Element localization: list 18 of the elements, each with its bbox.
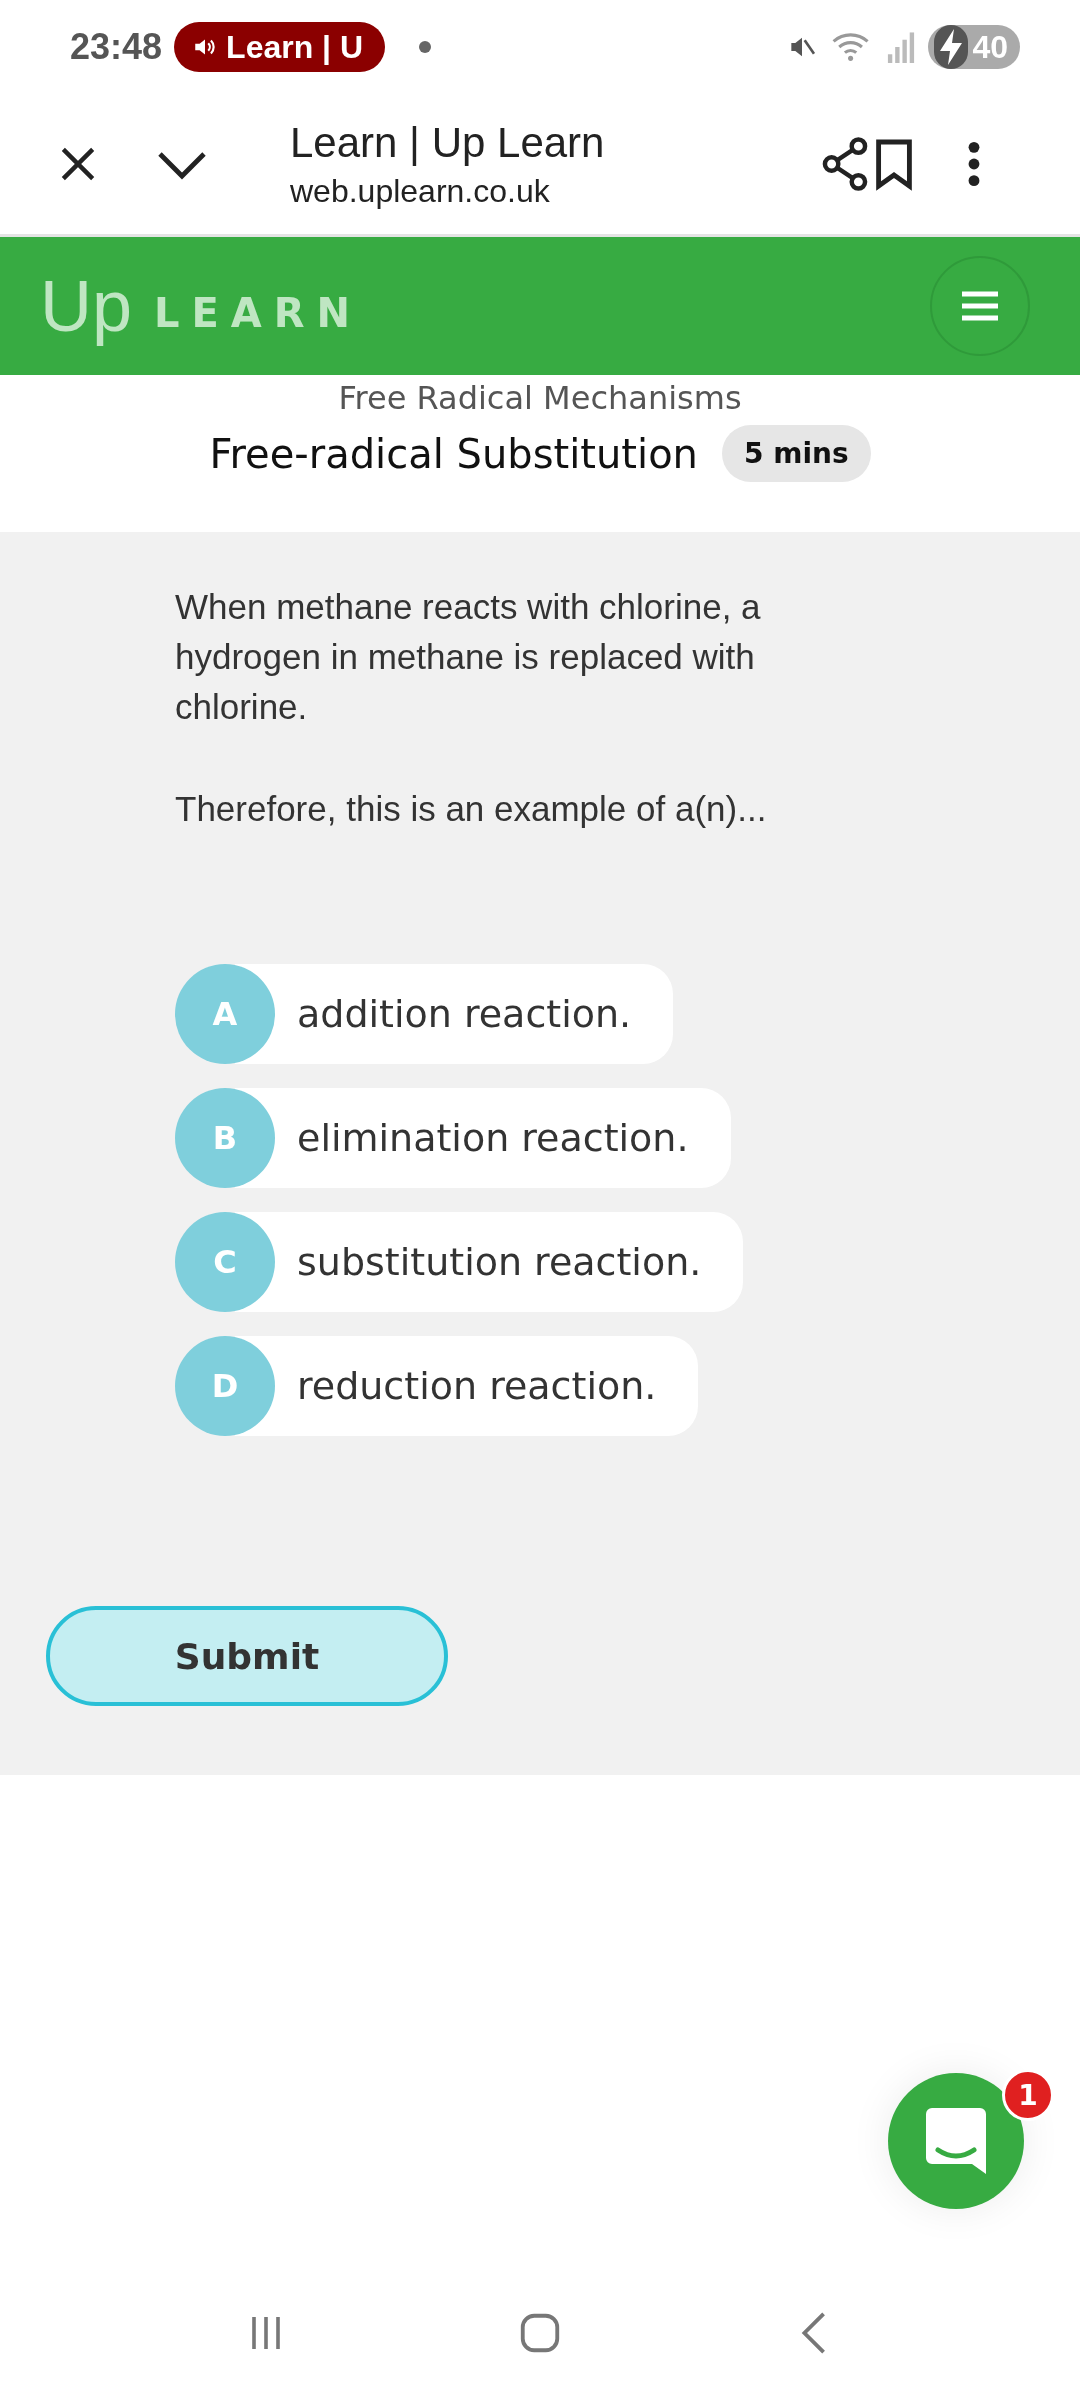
notification-dot xyxy=(419,41,432,53)
page-url: web.uplearn.co.uk xyxy=(290,172,551,210)
menu-button[interactable] xyxy=(930,256,1030,356)
question-text: When methane reacts with chlorine, a hydrogen in methane is replaced with chlorine. xyxy=(175,586,762,728)
notification-badge: 1 xyxy=(1002,2069,1054,2121)
menu-icon xyxy=(960,290,1000,322)
question-text: Therefore, this is an example of a(n)... xyxy=(175,788,768,830)
lesson-title: Free-radical Substitution xyxy=(209,430,698,477)
section-title: Free Radical Mechanisms xyxy=(338,379,742,417)
battery-indicator: 40 xyxy=(928,25,1020,69)
submit-button[interactable]: Submit xyxy=(46,1606,448,1706)
media-chip[interactable]: Learn | U xyxy=(174,22,386,72)
status-time: 23:48 xyxy=(70,26,163,68)
page-title: Learn | Up Learn xyxy=(290,118,606,167)
charging-icon xyxy=(934,25,969,69)
duration-badge: 5 mins xyxy=(721,425,871,482)
chat-icon xyxy=(926,2108,986,2174)
signal-icon xyxy=(886,31,917,63)
